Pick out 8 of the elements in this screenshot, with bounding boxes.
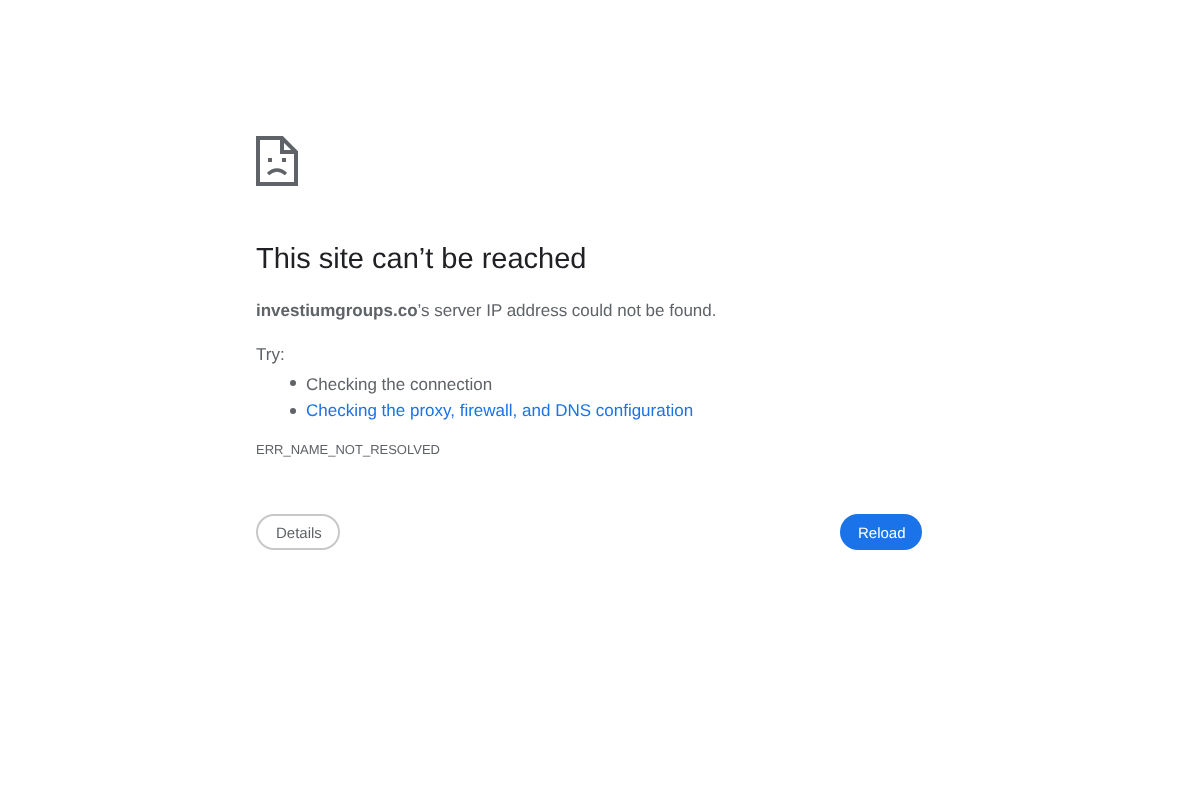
sad-document-icon (256, 136, 298, 186)
error-message: investiumgroups.co’s server IP address could not be found. (256, 298, 719, 324)
suggestion-text: Checking the connection (306, 373, 493, 394)
bullet-icon (290, 380, 296, 387)
bullet-icon (290, 407, 296, 414)
try-label: Try: (256, 342, 287, 368)
suggestion-link[interactable]: Checking the proxy, firewall, and DNS configuration (306, 400, 694, 421)
error-title: This site can’t be reached (256, 242, 589, 280)
